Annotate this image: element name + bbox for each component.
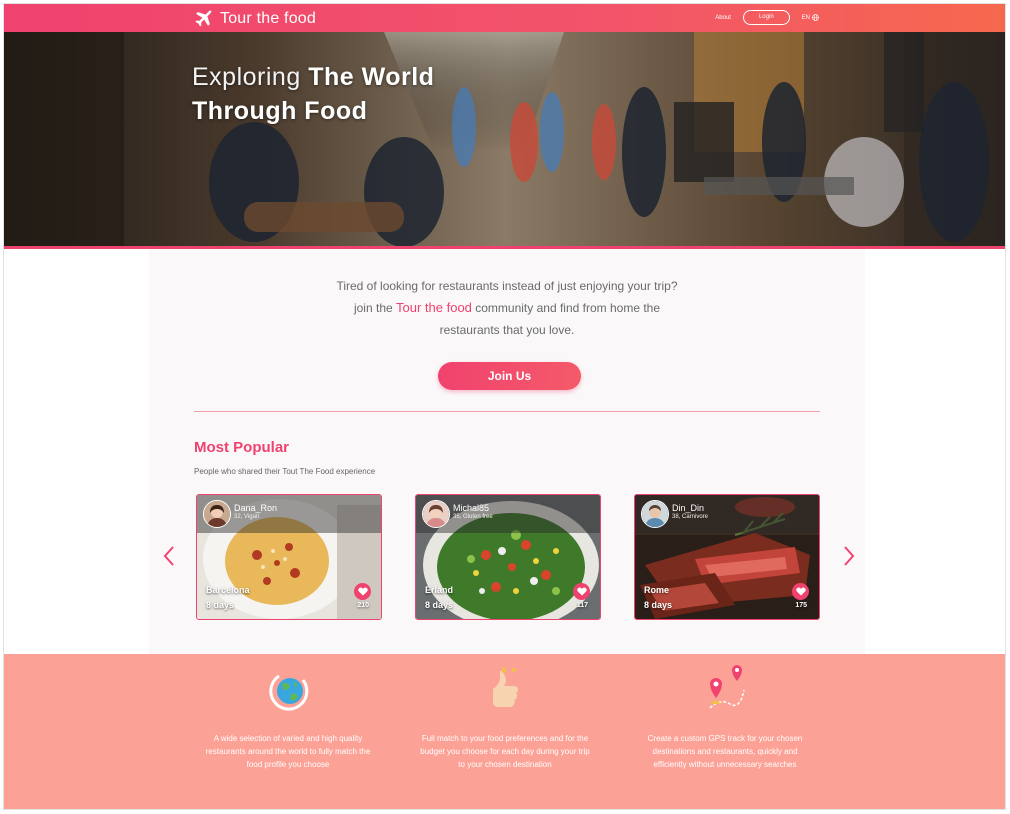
thumbs-up-icon (493, 666, 518, 707)
popular-card[interactable]: Din_Din 38, Carnivore Rome 8 days 175 (634, 494, 820, 620)
feature-item: Create a custom GPS track for your chose… (637, 664, 813, 771)
like-button[interactable] (573, 583, 590, 600)
most-popular-title: Most Popular (194, 439, 290, 456)
main-content: Tired of looking for restaurants instead… (149, 249, 865, 654)
carousel-next-arrow[interactable] (842, 545, 856, 567)
card-username[interactable]: Dana_Ron (234, 503, 277, 513)
join-us-button[interactable]: Join Us (438, 362, 581, 390)
popular-card[interactable]: Michal85 35, Gluten free Erland 8 days 1… (415, 494, 601, 620)
like-button[interactable] (354, 583, 371, 600)
features-footer: A wide selection of varied and high qual… (4, 654, 1005, 809)
feature-item: A wide selection of varied and high qual… (200, 664, 376, 771)
avatar (641, 500, 669, 528)
card-user-info: 38, Carnivore (672, 514, 709, 520)
card-user-info: 32, Vigan (234, 514, 260, 520)
page-frame: Tour the food About Login EN Exploring T… (3, 3, 1006, 810)
intro-line-2: join the Tour the food community and fin… (149, 297, 865, 319)
avatar (203, 500, 231, 528)
card-like-count: 175 (795, 602, 807, 609)
hero-title-bold-1: The World (308, 63, 435, 91)
intro-text: Tired of looking for restaurants instead… (149, 275, 865, 341)
card-days: 8 days (425, 600, 454, 610)
card-days: 8 days (206, 600, 235, 610)
like-button[interactable] (792, 583, 809, 600)
nav-about-link[interactable]: About (715, 15, 731, 21)
top-header: Tour the food About Login EN (4, 4, 1005, 32)
avatar (422, 500, 450, 528)
hero-headline: Exploring The World Through Food (192, 60, 434, 128)
hero-street-photo (4, 32, 1005, 246)
login-button[interactable]: Login (742, 10, 790, 25)
globe-small-icon (812, 14, 819, 21)
card-like-count: 210 (357, 602, 369, 609)
airplane-icon (195, 10, 212, 27)
brand-logo[interactable]: Tour the food (192, 8, 316, 30)
intro-line-3: restaurants that you love. (439, 323, 575, 337)
gps-route-icon (709, 665, 745, 709)
brand-name: Tour the food (220, 10, 316, 27)
hero-title-thin: Exploring (192, 63, 301, 91)
top-nav: About Login EN (715, 10, 819, 25)
card-city: Barcelona (206, 585, 250, 595)
card-username[interactable]: Michal85 (453, 503, 489, 513)
popular-card[interactable]: Dana_Ron 32, Vigan Barcelona 8 days 210 (196, 494, 382, 620)
hero-title-bold-2: Through Food (192, 97, 368, 125)
heart-icon (795, 587, 806, 596)
feature-text: Create a custom GPS track for your chose… (647, 734, 803, 769)
card-like-count: 117 (576, 602, 588, 609)
heart-icon (357, 587, 368, 596)
intro-line-2-post: community and find from home the (475, 301, 661, 315)
card-city: Erland (425, 585, 454, 595)
intro-brand-link[interactable]: Tour the food (396, 300, 472, 315)
section-divider (194, 411, 820, 412)
card-city: Rome (644, 585, 670, 595)
language-label: EN (801, 14, 810, 21)
intro-line-2-pre: join the (353, 301, 393, 315)
intro-line-1: Tired of looking for restaurants instead… (336, 279, 678, 293)
feature-item: Full match to your food preferences and … (417, 664, 593, 771)
most-popular-subtitle: People who shared their Tout The Food ex… (194, 467, 376, 476)
hero-banner (4, 32, 1005, 246)
heart-icon (576, 587, 587, 596)
globe-icon (269, 674, 309, 711)
carousel-prev-arrow[interactable] (162, 545, 176, 567)
language-selector[interactable]: EN (802, 14, 819, 21)
card-days: 8 days (644, 600, 673, 610)
card-username[interactable]: Din_Din (672, 503, 704, 513)
card-user-info: 35, Gluten free (453, 514, 493, 520)
feature-text: Full match to your food preferences and … (420, 734, 590, 769)
feature-text: A wide selection of varied and high qual… (205, 734, 371, 769)
